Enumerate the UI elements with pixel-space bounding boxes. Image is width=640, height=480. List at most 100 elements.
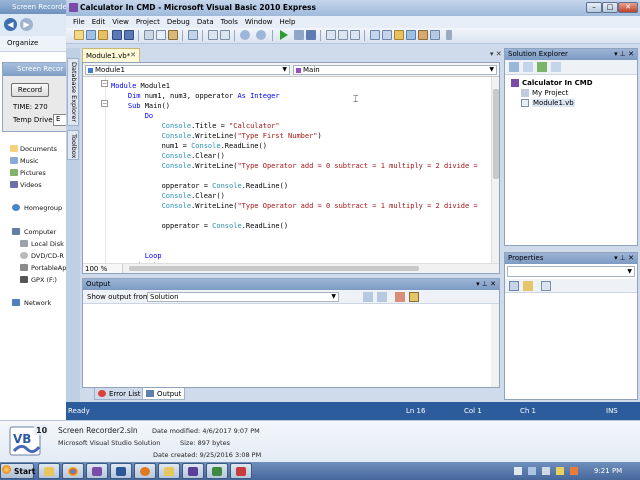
- redo-icon[interactable]: [256, 30, 266, 40]
- nav-item-gpx-drive[interactable]: GPX (F:): [31, 276, 57, 284]
- undo-icon[interactable]: [240, 30, 250, 40]
- outdent-icon[interactable]: [220, 30, 230, 40]
- toolbox-tab[interactable]: Toolbox: [67, 130, 79, 160]
- maximize-button[interactable]: □: [602, 2, 618, 13]
- close-tab-icon[interactable]: ✕: [130, 51, 136, 59]
- menu-tools[interactable]: Tools: [218, 16, 242, 28]
- menu-project[interactable]: Project: [133, 16, 164, 28]
- cut-icon[interactable]: [144, 30, 154, 40]
- code-line[interactable]: opperator = Console.ReadLine(): [111, 181, 288, 191]
- property-pages-icon[interactable]: [541, 281, 551, 291]
- tab-error-list[interactable]: Error List: [94, 388, 145, 400]
- tray-flag-icon[interactable]: [514, 467, 522, 475]
- back-arrow-icon[interactable]: ◀: [4, 18, 17, 31]
- taskbar-explorer[interactable]: [38, 463, 60, 479]
- pause-icon[interactable]: [294, 30, 304, 40]
- find-icon[interactable]: [188, 30, 198, 40]
- member-dropdown[interactable]: Main ▼: [293, 65, 497, 75]
- taskbar-chrome[interactable]: [62, 463, 84, 479]
- word-wrap-icon[interactable]: [409, 292, 419, 302]
- taskbar-visual-studio[interactable]: [86, 463, 108, 479]
- toolbox-icon[interactable]: [406, 30, 416, 40]
- start-debugging-icon[interactable]: [280, 30, 288, 40]
- code-line[interactable]: Loop: [111, 251, 162, 261]
- database-explorer-tab[interactable]: Database Explorer: [67, 58, 79, 126]
- menu-debug[interactable]: Debug: [164, 16, 194, 28]
- taskbar-media[interactable]: [134, 463, 156, 479]
- menu-view[interactable]: View: [109, 16, 133, 28]
- step-out-icon[interactable]: [350, 30, 360, 40]
- nav-item-documents[interactable]: Documents: [20, 145, 57, 153]
- menu-file[interactable]: File: [70, 16, 89, 28]
- class-dropdown[interactable]: Module1 ▼: [85, 65, 290, 75]
- indent-icon[interactable]: [208, 30, 218, 40]
- editor-horizontal-scrollbar[interactable]: 100 %: [83, 263, 499, 273]
- nav-item-dvd-drive[interactable]: DVD/CD-R: [31, 252, 64, 260]
- step-into-icon[interactable]: [326, 30, 336, 40]
- output-source-dropdown[interactable]: Solution ▼: [147, 292, 339, 302]
- properties-object-dropdown[interactable]: ▼: [507, 266, 635, 277]
- solution-explorer-icon[interactable]: [370, 30, 380, 40]
- toolbar-options-icon[interactable]: [446, 30, 452, 40]
- nav-item-local-disk[interactable]: Local Disk (: [31, 240, 68, 248]
- editor-vertical-scrollbar[interactable]: [491, 77, 499, 263]
- pane-controls[interactable]: ▾ ⊥ ✕: [614, 254, 634, 262]
- solution-node-my-project[interactable]: My Project: [532, 89, 568, 97]
- taskbar-explorer-window[interactable]: [158, 463, 180, 479]
- code-line[interactable]: Do: [111, 111, 153, 121]
- alphabetical-icon[interactable]: [523, 281, 533, 291]
- collapse-sub-icon[interactable]: −: [101, 100, 108, 107]
- organize-button[interactable]: Organize: [0, 36, 66, 52]
- code-line[interactable]: Console.Title = "Calculator": [111, 121, 280, 131]
- solution-node-project[interactable]: Calculator In CMD: [522, 79, 593, 87]
- code-line[interactable]: Sub Main(): [111, 101, 170, 111]
- menu-window[interactable]: Window: [242, 16, 277, 28]
- clock[interactable]: 9:21 PM: [594, 467, 622, 475]
- minimize-button[interactable]: –: [586, 2, 602, 13]
- editor-pane-controls[interactable]: ▾ ✕: [490, 50, 502, 58]
- code-line[interactable]: opperator = Console.ReadLine(): [111, 221, 288, 231]
- solution-node-module1[interactable]: Module1.vb: [532, 99, 575, 107]
- tray-icons[interactable]: [514, 467, 586, 476]
- pane-controls[interactable]: ▾ ⊥ ✕: [476, 280, 496, 288]
- extension-manager-icon[interactable]: [430, 30, 440, 40]
- clear-all-icon[interactable]: [395, 292, 405, 302]
- temp-drive-field[interactable]: E: [53, 114, 67, 126]
- nav-item-portable[interactable]: PortableAp: [31, 264, 66, 272]
- code-line[interactable]: Console.Clear(): [111, 151, 225, 161]
- nav-item-pictures[interactable]: Pictures: [20, 169, 46, 177]
- menu-edit[interactable]: Edit: [89, 16, 110, 28]
- scroll-thumb[interactable]: [129, 266, 419, 271]
- properties-icon[interactable]: [382, 30, 392, 40]
- goto-previous-icon[interactable]: [363, 292, 373, 302]
- taskbar-app[interactable]: [206, 463, 228, 479]
- stop-icon[interactable]: [306, 30, 316, 40]
- view-code-icon[interactable]: [551, 62, 561, 72]
- goto-next-icon[interactable]: [377, 292, 387, 302]
- step-over-icon[interactable]: [338, 30, 348, 40]
- show-all-files-icon[interactable]: [523, 62, 533, 72]
- forward-arrow-icon[interactable]: ▶: [20, 18, 33, 31]
- add-item-icon[interactable]: [86, 30, 96, 40]
- record-button[interactable]: Record: [11, 83, 49, 97]
- nav-item-computer[interactable]: Computer: [24, 228, 56, 236]
- menu-data[interactable]: Data: [194, 16, 218, 28]
- new-project-icon[interactable]: [74, 30, 84, 40]
- document-tab-module1[interactable]: Module1.vb* ✕: [82, 48, 140, 62]
- taskbar-vb-express[interactable]: [182, 463, 204, 479]
- code-line[interactable]: Console.WriteLine("Type Operator add = 0…: [111, 161, 478, 171]
- output-scrollbar[interactable]: [491, 304, 499, 387]
- zoom-level[interactable]: 100 %: [83, 264, 123, 273]
- refresh-icon[interactable]: [537, 62, 547, 72]
- code-line[interactable]: Console.WriteLine("Type Operator add = 0…: [111, 201, 478, 211]
- save-all-icon[interactable]: [124, 30, 134, 40]
- nav-item-network[interactable]: Network: [24, 299, 51, 307]
- tray-security-icon[interactable]: [556, 467, 564, 475]
- code-area[interactable]: Module Module1 Dim num1, num3, opperator…: [83, 77, 491, 263]
- copy-icon[interactable]: [156, 30, 166, 40]
- code-editor[interactable]: Module1 ▼ Main ▼ Module Module1 Dim num1…: [82, 62, 500, 274]
- properties-icon[interactable]: [509, 62, 519, 72]
- paste-icon[interactable]: [168, 30, 178, 40]
- tab-output[interactable]: Output: [142, 388, 186, 400]
- taskbar-word[interactable]: [110, 463, 132, 479]
